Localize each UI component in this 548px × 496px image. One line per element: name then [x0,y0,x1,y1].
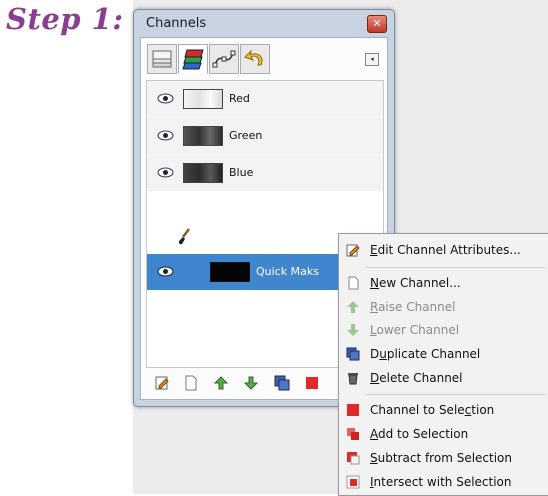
menu-item-label: Subtract from Selection [370,451,512,465]
menu-item-label: Add to Selection [370,427,469,441]
layers-tab-icon [152,50,172,68]
channel-thumbnail [183,163,223,183]
edit-channel-icon[interactable] [154,375,170,391]
channel-row-blue[interactable]: Blue [147,155,383,191]
channel-thumbnail [183,126,223,146]
menu-item-label: Channel to Selection [370,403,495,417]
menu-item-label: Edit Channel Attributes... [370,243,521,257]
tab-undo-history[interactable] [240,44,270,74]
menu-item-duplicate-channel[interactable]: Duplicate Channel [339,343,548,365]
eye-icon[interactable] [157,265,174,278]
lower-arrow-icon [347,324,359,336]
channel-thumbnail [183,89,223,109]
menu-item-channel-to-selection[interactable]: Channel to Selection [339,399,548,421]
duplicate-channel-icon[interactable] [274,375,290,391]
undo-history-tab-icon [244,49,263,66]
menu-item-label: New Channel... [370,276,461,290]
menu-item-label: Raise Channel [370,300,456,314]
tab-paths[interactable] [209,44,239,74]
menu-item-edit-channel-attributes[interactable]: Edit Channel Attributes... [339,239,548,261]
channel-thumbnail [210,262,250,282]
paintbrush-icon [178,228,190,245]
channel-name: Green [229,129,263,142]
menu-item-new-channel[interactable]: New Channel... [339,272,548,294]
menu-item-delete-channel[interactable]: Delete Channel [339,367,548,389]
duplicate-icon [346,347,360,361]
add-selection-icon [347,428,359,440]
new-channel-icon [348,276,359,290]
trash-icon [348,373,358,385]
close-button[interactable]: ✕ [367,15,387,33]
menu-separator [365,267,545,268]
subtract-selection-icon [347,452,360,465]
new-channel-icon[interactable] [183,375,199,391]
menu-item-label: Delete Channel [370,371,463,385]
context-menu: Edit Channel Attributes... New Channel..… [338,233,548,496]
channel-name: Blue [229,166,254,179]
edit-icon [346,244,360,257]
channel-name: Quick Maks [256,265,319,278]
menu-item-intersect-with-selection[interactable]: Intersect with Selection [339,471,548,493]
channel-name: Red [229,92,250,105]
lower-channel-icon[interactable] [243,375,259,391]
eye-icon[interactable] [157,166,174,179]
menu-separator [365,394,545,395]
channel-row-red[interactable]: Red [147,81,383,117]
menu-item-label: Lower Channel [370,323,460,337]
raise-arrow-icon [347,301,359,313]
channel-row-green[interactable]: Green [147,118,383,154]
tab-channels[interactable] [178,44,208,74]
tab-menu-button[interactable]: ◂ [365,53,379,66]
paths-tab-icon [212,50,236,68]
menu-item-lower-channel[interactable]: Lower Channel [339,319,548,341]
delete-channel-icon[interactable] [304,375,320,391]
menu-item-subtract-from-selection[interactable]: Subtract from Selection [339,447,548,469]
menu-item-add-to-selection[interactable]: Add to Selection [339,423,548,445]
eye-icon[interactable] [157,129,174,142]
window-title: Channels [146,16,207,31]
tab-layers[interactable] [147,44,177,74]
intersect-selection-icon [346,475,360,489]
eye-icon[interactable] [157,92,174,105]
raise-channel-icon[interactable] [213,375,229,391]
menu-item-raise-channel[interactable]: Raise Channel [339,296,548,318]
channels-tab-icon [182,49,204,70]
channel-to-selection-icon [347,404,359,416]
title-bar[interactable]: Channels ✕ [134,10,394,37]
menu-item-label: Intersect with Selection [370,475,512,489]
step-heading: Step 1: [6,2,124,36]
menu-item-label: Duplicate Channel [370,347,481,361]
